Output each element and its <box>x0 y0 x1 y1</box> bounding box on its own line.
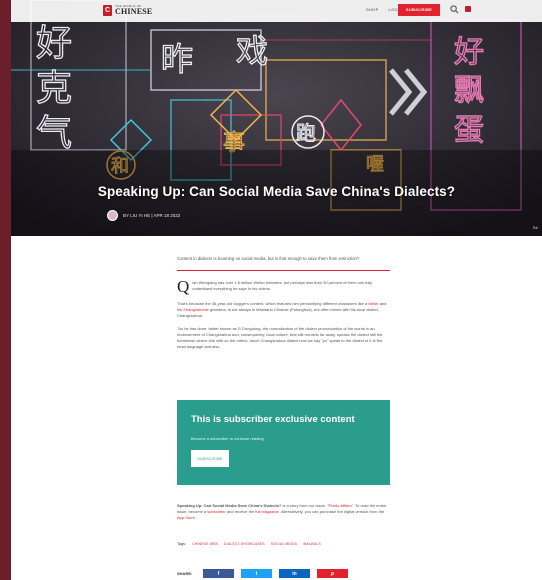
neon-glyph: 飘 <box>454 73 484 108</box>
tags-label: Tags: <box>177 542 187 546</box>
pinterest-icon: p <box>330 570 335 577</box>
full-magazine-link[interactable]: full magazine <box>255 509 279 514</box>
subscriber-link[interactable]: subscriber <box>207 509 225 514</box>
neon-glyph: 克 <box>36 68 72 109</box>
author-avatar[interactable] <box>107 210 118 221</box>
inline-link-father[interactable]: father <box>368 301 378 306</box>
tag-link[interactable]: WALWALS <box>303 542 321 546</box>
paywall-box: This is subscriber exclusive content Bec… <box>177 400 390 485</box>
drop-cap: Q <box>177 276 190 296</box>
byline-text: BY LIU YI HE | APR 18 2022 <box>123 213 181 218</box>
paywall-subtitle: Become a subscriber to continue reading <box>191 436 264 441</box>
nav-item-shop[interactable]: SHOP <box>366 7 379 12</box>
subscribe-button[interactable]: SUBSCRIBE <box>398 4 440 16</box>
site-logo[interactable]: C THE WORLD OF CHINESE <box>103 5 152 16</box>
linkedin-icon: in <box>292 570 297 577</box>
neon-signs-illustration: 好 克 气 昨 戏 好 飘 蛋 和 跑 事 喔 <box>11 0 542 236</box>
share-label: SHARE: <box>177 571 193 576</box>
content-fade <box>177 360 390 382</box>
paragraph-2: That's because the 36-year-old vlogger's… <box>177 300 387 318</box>
neon-glyph: 昨 <box>161 40 193 78</box>
neon-glyph: 蛋 <box>454 113 484 148</box>
tag-link[interactable]: DIALECT SHOWCASES <box>224 542 265 546</box>
issue-note-text: Speaking Up: Can Social Media Save China… <box>177 503 387 520</box>
logo-mark-icon: C <box>103 5 112 16</box>
user-icon[interactable] <box>465 6 471 12</box>
issue-link[interactable]: "Public Affairs" <box>327 503 353 508</box>
first-paragraph: Q ian Wenqiang has over 1.8 million Weib… <box>177 276 390 296</box>
neon-glyph: 跑 <box>296 121 316 145</box>
tags-row: Tags: CHINESE WEB DIALECT SHOWCASES SOCI… <box>177 542 321 546</box>
logo-name: CHINESE <box>115 7 153 16</box>
top-navigation-bar: C THE WORLD OF CHINESE SHOP LOGIN SUBSCR… <box>11 0 542 22</box>
share-row: SHARE: f t in p <box>177 569 348 578</box>
paywall-title: This is subscriber exclusive content <box>191 414 355 425</box>
neon-glyph: 气 <box>36 113 72 154</box>
article-body: Content in dialects is booming on social… <box>177 256 390 350</box>
facebook-icon: f <box>217 570 220 577</box>
facebook-share-button[interactable]: f <box>203 569 234 578</box>
neon-glyph: 戏 <box>236 32 268 70</box>
tag-link[interactable]: CHINESE WEB <box>192 542 218 546</box>
paragraph-3: "As he has done, better known as G Dongd… <box>177 325 383 349</box>
page: 好 克 气 昨 戏 好 飘 蛋 和 跑 事 喔 Speaking Up: Can… <box>11 0 542 580</box>
paragraph-1: ian Wenqiang has over 1.8 million Weibo … <box>192 279 373 291</box>
issue-note: Speaking Up: Can Social Media Save China… <box>177 503 390 521</box>
linkedin-share-button[interactable]: in <box>279 569 310 578</box>
standfirst: Content in dialects is booming on social… <box>177 256 390 271</box>
app-store-link[interactable]: App Store <box>177 515 195 520</box>
article-title: Speaking Up: Can Social Media Save China… <box>97 184 456 199</box>
tag-link[interactable]: SOCIAL MEDIA <box>271 542 297 546</box>
paywall-subscribe-button[interactable]: SUBSCRIBE <box>191 450 229 467</box>
twitter-share-button[interactable]: t <box>241 569 272 578</box>
hero-image: 好 克 气 昨 戏 好 飘 蛋 和 跑 事 喔 Speaking Up: Can… <box>11 0 542 236</box>
neon-glyph: 好 <box>454 35 484 70</box>
pinterest-share-button[interactable]: p <box>317 569 348 578</box>
neon-glyph: 好 <box>36 23 72 64</box>
twitter-icon: t <box>255 570 258 577</box>
inline-link-shanghainese[interactable]: Shanghainese <box>183 307 209 312</box>
search-icon[interactable] <box>450 5 459 14</box>
byline: BY LIU YI HE | APR 18 2022 <box>107 210 180 221</box>
image-credit: Rdl <box>532 226 538 230</box>
left-rail <box>0 0 11 580</box>
